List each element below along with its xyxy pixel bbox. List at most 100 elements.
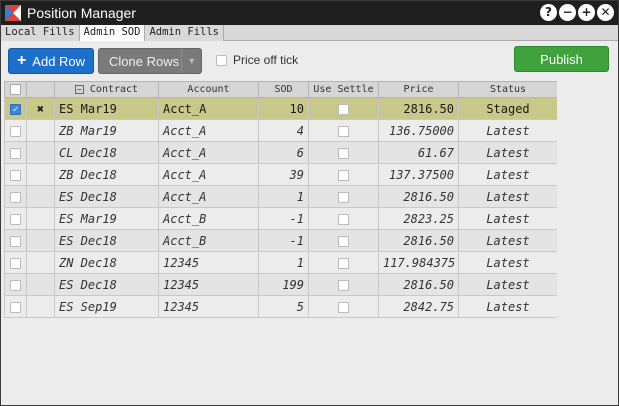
account-cell[interactable]: Acct_B bbox=[158, 229, 259, 252]
use-settle-cell[interactable] bbox=[308, 207, 379, 230]
minimize-icon[interactable]: − bbox=[559, 4, 576, 21]
price-cell[interactable]: 2816.50 bbox=[378, 97, 459, 120]
tab-local-fills[interactable]: Local Fills bbox=[1, 25, 80, 41]
row-select-checkbox[interactable] bbox=[10, 191, 21, 203]
sod-cell[interactable]: 1 bbox=[258, 251, 309, 274]
header-price[interactable]: Price bbox=[378, 81, 459, 98]
use-settle-checkbox[interactable] bbox=[338, 147, 349, 159]
sod-cell[interactable]: 39 bbox=[258, 163, 309, 186]
row-select-checkbox[interactable] bbox=[10, 125, 21, 137]
price-cell[interactable]: 117.984375 bbox=[378, 251, 459, 274]
sod-cell[interactable]: -1 bbox=[258, 207, 309, 230]
row-select-cell[interactable] bbox=[4, 251, 27, 274]
sod-cell[interactable]: 10 bbox=[258, 97, 309, 120]
help-icon[interactable]: ? bbox=[540, 4, 557, 21]
use-settle-checkbox[interactable] bbox=[338, 257, 349, 269]
publish-button[interactable]: Publish bbox=[514, 46, 609, 72]
contract-cell[interactable]: ZN Dec18 bbox=[54, 251, 159, 274]
account-cell[interactable]: Acct_A bbox=[158, 97, 259, 120]
sod-cell[interactable]: 1 bbox=[258, 185, 309, 208]
contract-cell[interactable]: ES Sep19 bbox=[54, 295, 159, 318]
use-settle-checkbox[interactable] bbox=[338, 213, 349, 225]
use-settle-checkbox[interactable] bbox=[338, 235, 349, 247]
price-cell[interactable]: 2816.50 bbox=[378, 273, 459, 296]
tab-admin-sod[interactable]: Admin SOD bbox=[79, 25, 146, 41]
row-select-cell[interactable] bbox=[4, 229, 27, 252]
chevron-down-icon[interactable]: ▼ bbox=[181, 49, 201, 73]
use-settle-checkbox[interactable] bbox=[338, 191, 349, 203]
price-cell[interactable]: 61.67 bbox=[378, 141, 459, 164]
header-sod[interactable]: SOD bbox=[258, 81, 309, 98]
sod-cell[interactable]: -1 bbox=[258, 229, 309, 252]
account-cell[interactable]: Acct_B bbox=[158, 207, 259, 230]
header-account[interactable]: Account bbox=[158, 81, 259, 98]
row-select-checkbox[interactable] bbox=[10, 147, 21, 159]
row-select-cell[interactable] bbox=[4, 163, 27, 186]
table-row[interactable]: ES Dec18 Acct_B -1 2816.50 Latest bbox=[4, 229, 558, 252]
row-select-cell[interactable] bbox=[4, 185, 27, 208]
use-settle-cell[interactable] bbox=[308, 163, 379, 186]
price-off-tick-toggle[interactable]: Price off tick bbox=[216, 53, 298, 67]
price-cell[interactable]: 2823.25 bbox=[378, 207, 459, 230]
row-select-cell[interactable] bbox=[4, 141, 27, 164]
table-row[interactable]: ES Sep19 12345 5 2842.75 Latest bbox=[4, 295, 558, 318]
row-select-checkbox[interactable] bbox=[10, 257, 21, 269]
collapse-icon[interactable]: − bbox=[74, 84, 84, 94]
contract-cell[interactable]: ES Dec18 bbox=[54, 273, 159, 296]
table-row[interactable]: ZB Dec18 Acct_A 39 137.37500 Latest bbox=[4, 163, 558, 186]
close-icon[interactable]: ✕ bbox=[597, 4, 614, 21]
sod-cell[interactable]: 4 bbox=[258, 119, 309, 142]
contract-cell[interactable]: CL Dec18 bbox=[54, 141, 159, 164]
maximize-icon[interactable]: + bbox=[578, 4, 595, 21]
tab-admin-fills[interactable]: Admin Fills bbox=[145, 25, 224, 41]
row-remove-cell[interactable]: ✖ bbox=[26, 97, 55, 120]
account-cell[interactable]: 12345 bbox=[158, 273, 259, 296]
price-off-tick-checkbox[interactable] bbox=[216, 54, 227, 66]
row-select-checkbox[interactable] bbox=[10, 235, 21, 247]
title-bar[interactable]: Position Manager ? − + ✕ bbox=[1, 1, 618, 25]
select-all-checkbox[interactable] bbox=[10, 83, 21, 95]
use-settle-checkbox[interactable] bbox=[338, 279, 349, 291]
use-settle-cell[interactable] bbox=[308, 185, 379, 208]
row-select-checkbox[interactable] bbox=[10, 169, 21, 181]
table-row[interactable]: ZB Mar19 Acct_A 4 136.75000 Latest bbox=[4, 119, 558, 142]
sod-cell[interactable]: 5 bbox=[258, 295, 309, 318]
account-cell[interactable]: Acct_A bbox=[158, 185, 259, 208]
header-status[interactable]: Status bbox=[458, 81, 558, 98]
contract-cell[interactable]: ES Dec18 bbox=[54, 185, 159, 208]
select-all-header[interactable] bbox=[4, 81, 27, 98]
sod-cell[interactable]: 6 bbox=[258, 141, 309, 164]
contract-cell[interactable]: ES Dec18 bbox=[54, 229, 159, 252]
contract-cell[interactable]: ZB Dec18 bbox=[54, 163, 159, 186]
price-cell[interactable]: 136.75000 bbox=[378, 119, 459, 142]
sod-cell[interactable]: 199 bbox=[258, 273, 309, 296]
use-settle-cell[interactable] bbox=[308, 141, 379, 164]
row-select-checkbox[interactable]: ✓ bbox=[10, 103, 21, 115]
row-select-checkbox[interactable] bbox=[10, 279, 21, 291]
table-row[interactable]: CL Dec18 Acct_A 6 61.67 Latest bbox=[4, 141, 558, 164]
row-select-cell[interactable]: ✓ bbox=[4, 97, 27, 120]
price-cell[interactable]: 2816.50 bbox=[378, 229, 459, 252]
contract-cell[interactable]: ES Mar19 bbox=[54, 97, 159, 120]
row-select-cell[interactable] bbox=[4, 295, 27, 318]
row-select-cell[interactable] bbox=[4, 119, 27, 142]
row-select-checkbox[interactable] bbox=[10, 301, 21, 313]
use-settle-checkbox[interactable] bbox=[338, 103, 349, 115]
close-icon[interactable]: ✖ bbox=[37, 102, 44, 116]
use-settle-cell[interactable] bbox=[308, 273, 379, 296]
use-settle-checkbox[interactable] bbox=[338, 125, 349, 137]
use-settle-cell[interactable] bbox=[308, 229, 379, 252]
price-cell[interactable]: 137.37500 bbox=[378, 163, 459, 186]
account-cell[interactable]: 12345 bbox=[158, 295, 259, 318]
account-cell[interactable]: Acct_A bbox=[158, 163, 259, 186]
use-settle-cell[interactable] bbox=[308, 97, 379, 120]
add-row-button[interactable]: + Add Row bbox=[8, 48, 94, 74]
row-select-checkbox[interactable] bbox=[10, 213, 21, 225]
clone-rows-button[interactable]: Clone Rows ▼ bbox=[98, 48, 202, 74]
use-settle-checkbox[interactable] bbox=[338, 301, 349, 313]
table-row[interactable]: ES Dec18 12345 199 2816.50 Latest bbox=[4, 273, 558, 296]
account-cell[interactable]: Acct_A bbox=[158, 119, 259, 142]
table-row[interactable]: ZN Dec18 12345 1 117.984375 Latest bbox=[4, 251, 558, 274]
use-settle-cell[interactable] bbox=[308, 295, 379, 318]
table-row[interactable]: ✓ ✖ ES Mar19 Acct_A 10 2816.50 Staged bbox=[4, 97, 558, 120]
